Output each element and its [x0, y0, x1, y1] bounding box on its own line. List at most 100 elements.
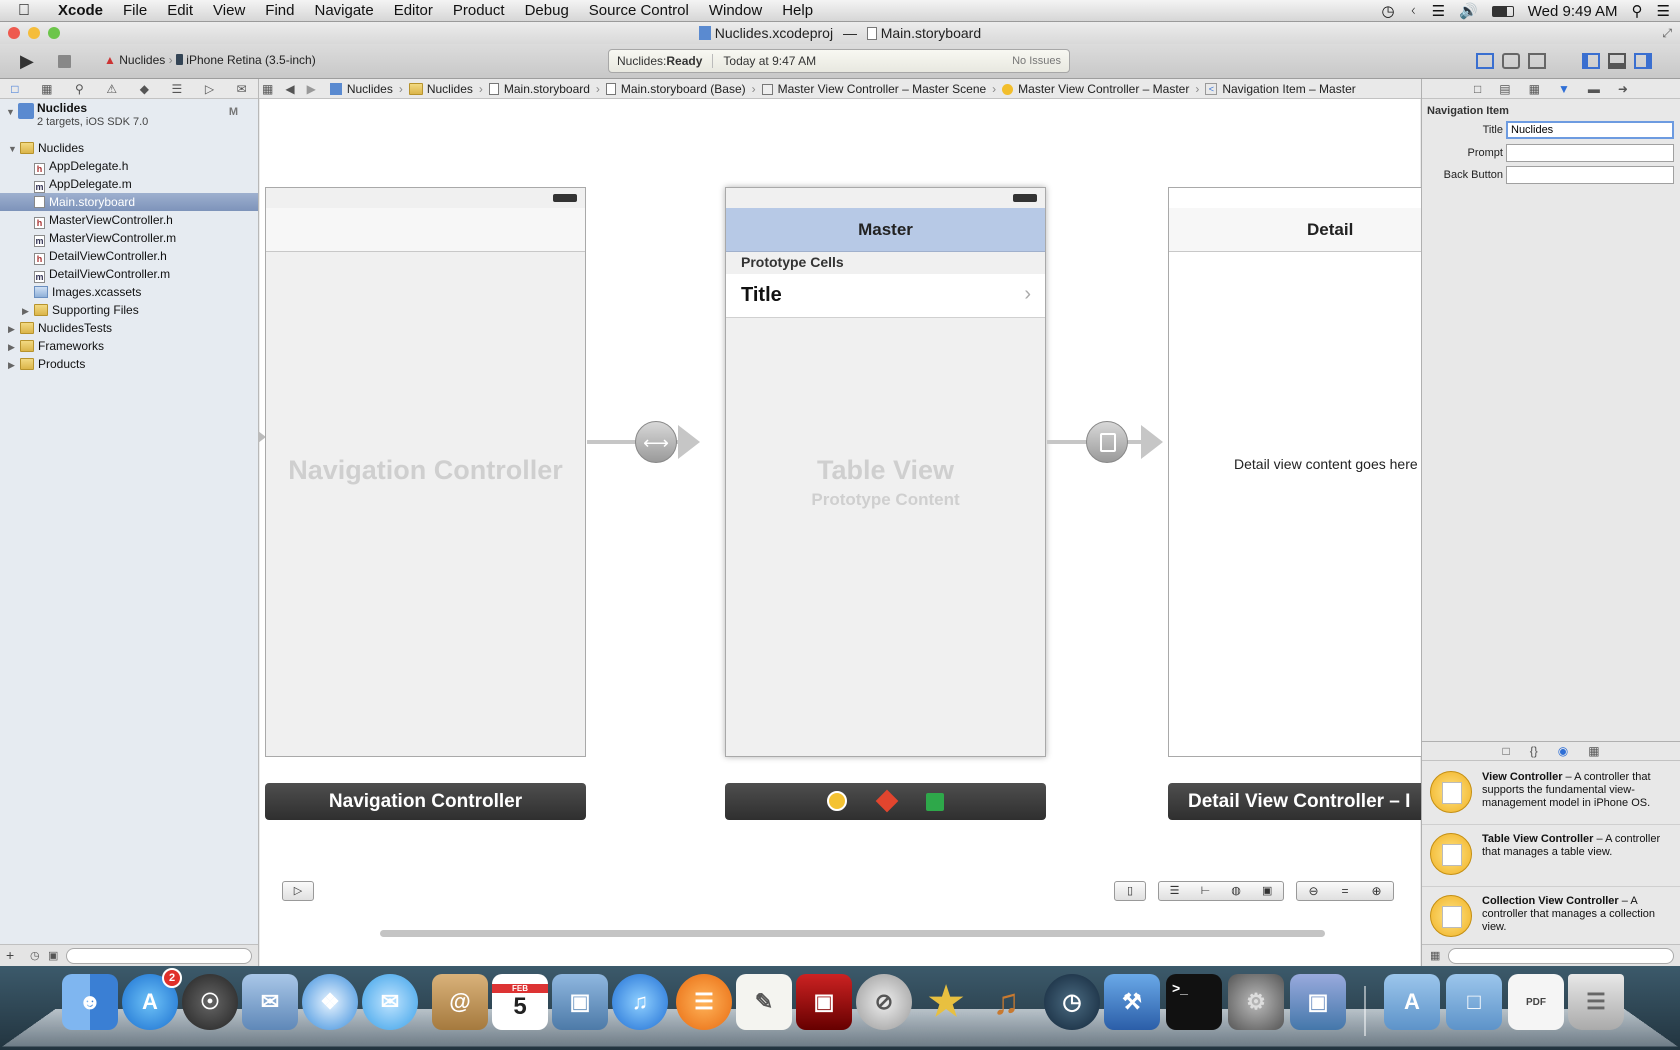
- detail-content-label[interactable]: Detail view content goes here: [1234, 456, 1418, 472]
- issues-text[interactable]: No Issues: [1012, 55, 1061, 67]
- menu-window[interactable]: Window: [699, 0, 772, 22]
- file-tree-item[interactable]: m AppDelegate.m: [0, 175, 258, 193]
- ibooks-icon[interactable]: ☰: [676, 974, 732, 1030]
- detail-nav-title[interactable]: Detail: [1307, 208, 1353, 252]
- menu-view[interactable]: View: [203, 0, 255, 22]
- jump-item-project[interactable]: Nuclides: [347, 82, 393, 96]
- resolve-auto-layout-icon[interactable]: ◍: [1231, 882, 1241, 900]
- file-tree-item[interactable]: m MasterViewController.m: [0, 229, 258, 247]
- simulated-size-button[interactable]: ▯: [1114, 881, 1146, 901]
- apple-menu-icon[interactable]: : [0, 2, 48, 20]
- forward-arrow-icon[interactable]: ▶: [307, 82, 316, 96]
- dvd-player-icon[interactable]: ▣: [796, 974, 852, 1030]
- safari-icon[interactable]: ❖: [302, 974, 358, 1030]
- menu-find[interactable]: Find: [255, 0, 304, 22]
- contacts-icon[interactable]: @: [432, 974, 488, 1030]
- first-responder-icon[interactable]: [875, 789, 898, 813]
- detail-navigation-bar[interactable]: Detail: [1169, 208, 1428, 252]
- issue-navigator-icon[interactable]: ⚠: [106, 82, 117, 96]
- disclosure-closed-icon[interactable]: ▶: [22, 302, 34, 320]
- messages-icon[interactable]: ✉: [362, 974, 418, 1030]
- xcode-icon[interactable]: ⚒: [1104, 974, 1160, 1030]
- project-root[interactable]: ▼ Nuclides 2 targets, iOS SDK 7.0 M: [0, 99, 258, 135]
- master-scene[interactable]: Master Prototype Cells Title › Table Vie…: [725, 187, 1046, 757]
- connections-inspector-icon[interactable]: ➜: [1618, 79, 1628, 98]
- menu-help[interactable]: Help: [772, 0, 823, 22]
- jump-item-navigation-item[interactable]: Navigation Item – Master: [1222, 82, 1355, 96]
- exit-icon[interactable]: [925, 793, 944, 811]
- menu-debug[interactable]: Debug: [515, 0, 579, 22]
- parental-controls-icon[interactable]: ⊘: [856, 974, 912, 1030]
- spotlight-search-icon[interactable]: ⚲: [1632, 2, 1643, 20]
- toggle-navigator-button[interactable]: [1582, 53, 1600, 69]
- disclosure-open-icon[interactable]: ▼: [8, 140, 20, 158]
- related-items-icon[interactable]: ▦: [262, 82, 273, 96]
- pin-icon[interactable]: ⊢: [1201, 882, 1211, 900]
- back-button-field[interactable]: [1506, 166, 1674, 184]
- file-tree-item[interactable]: ▶ Supporting Files: [0, 301, 258, 319]
- find-navigator-icon[interactable]: ⚲: [75, 82, 84, 96]
- wifi-icon[interactable]: ☰: [1432, 2, 1445, 20]
- library-item[interactable]: View Controller – A controller that supp…: [1422, 763, 1680, 825]
- menu-edit[interactable]: Edit: [157, 0, 203, 22]
- file-inspector-icon[interactable]: □: [1474, 79, 1481, 98]
- toggle-debug-area-button[interactable]: [1608, 53, 1626, 69]
- volume-icon[interactable]: 🔊: [1459, 2, 1478, 20]
- file-tree-item[interactable]: ▶ Frameworks: [0, 337, 258, 355]
- view-controller-icon[interactable]: [827, 791, 848, 811]
- trash-icon[interactable]: ☰: [1568, 974, 1624, 1030]
- grid-view-icon[interactable]: ▦: [1430, 949, 1440, 962]
- system-preferences-icon[interactable]: ⚙: [1228, 974, 1284, 1030]
- menubar-clock[interactable]: Wed 9:49 AM: [1528, 3, 1618, 20]
- time-machine-icon[interactable]: ◷: [1382, 2, 1395, 20]
- push-segue-icon[interactable]: [1086, 421, 1128, 463]
- breakpoint-navigator-icon[interactable]: ▷: [205, 82, 214, 96]
- navigation-controller-scene-label[interactable]: Navigation Controller: [265, 783, 586, 820]
- scheme-selector[interactable]: ▲ Nuclides › iPhone Retina (3.5-inch): [104, 53, 316, 67]
- file-tree-item[interactable]: ▶ NuclidesTests: [0, 319, 258, 337]
- close-window-button[interactable]: [8, 27, 20, 39]
- test-navigator-icon[interactable]: ◆: [140, 82, 149, 96]
- jump-item-scene[interactable]: Master View Controller – Master Scene: [778, 82, 987, 96]
- navigator-filter-input[interactable]: [66, 948, 252, 964]
- stop-button[interactable]: [58, 55, 71, 68]
- menu-xcode[interactable]: Xcode: [48, 0, 113, 22]
- align-icon[interactable]: ☰: [1170, 882, 1180, 900]
- detail-scene-label[interactable]: Detail View Controller – I: [1168, 783, 1428, 820]
- horizontal-scrollbar[interactable]: [380, 930, 1325, 937]
- master-nav-title[interactable]: Master: [858, 220, 913, 239]
- symbol-navigator-icon[interactable]: ▦: [41, 82, 52, 96]
- toggle-utilities-button[interactable]: [1634, 53, 1652, 69]
- file-tree-item[interactable]: m DetailViewController.m: [0, 265, 258, 283]
- disclosure-open-icon[interactable]: ▼: [6, 103, 15, 121]
- source-control-filter-icon[interactable]: ▣: [48, 949, 58, 962]
- menu-source-control[interactable]: Source Control: [579, 0, 699, 22]
- file-tree-item[interactable]: Images.xcassets: [0, 283, 258, 301]
- jump-item-storyboard-base[interactable]: Main.storyboard (Base): [621, 82, 746, 96]
- calendar-icon[interactable]: FEB 5: [492, 974, 548, 1030]
- debug-navigator-icon[interactable]: ☰: [171, 82, 182, 96]
- preview-icon[interactable]: ▣: [1290, 974, 1346, 1030]
- minimize-window-button[interactable]: [28, 27, 40, 39]
- jump-item-storyboard[interactable]: Main.storyboard: [504, 82, 590, 96]
- jump-item-group[interactable]: Nuclides: [427, 82, 473, 96]
- launchpad-icon[interactable]: ☉: [182, 974, 238, 1030]
- library-item[interactable]: Collection View Controller – A controlle…: [1422, 887, 1680, 943]
- project-navigator-icon[interactable]: □: [11, 82, 18, 96]
- imovie-icon[interactable]: ★: [918, 974, 974, 1030]
- back-arrow-icon[interactable]: ◀: [285, 82, 294, 96]
- documents-folder-icon[interactable]: □: [1446, 974, 1502, 1030]
- battery-icon[interactable]: [1491, 5, 1514, 17]
- terminal-icon[interactable]: >_: [1166, 974, 1222, 1030]
- library-item[interactable]: Table View Controller – A controller tha…: [1422, 825, 1680, 887]
- menu-navigate[interactable]: Navigate: [304, 0, 383, 22]
- prompt-field[interactable]: [1506, 144, 1674, 162]
- log-navigator-icon[interactable]: ✉: [237, 82, 247, 96]
- zoom-window-button[interactable]: [48, 27, 60, 39]
- file-tree-item[interactable]: h DetailViewController.h: [0, 247, 258, 265]
- app-store-icon[interactable]: A 2: [122, 968, 182, 1030]
- file-tree-item[interactable]: Main.storyboard: [0, 193, 258, 211]
- bluetooth-icon[interactable]: ᚲ: [1409, 3, 1418, 20]
- assistant-editor-button[interactable]: [1502, 53, 1520, 69]
- disclosure-closed-icon[interactable]: ▶: [8, 356, 20, 374]
